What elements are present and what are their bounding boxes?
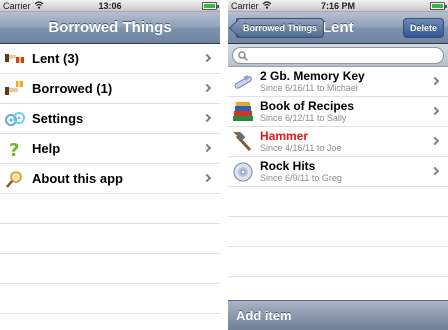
menu-item-label: Help [32, 141, 61, 156]
search-bar [228, 44, 448, 67]
svg-text:?: ? [9, 140, 19, 158]
main-menu: Lent (3) Borrowed (1) Settings ? Help Ab… [0, 44, 220, 330]
bottom-toolbar: Add item [228, 300, 448, 330]
hammer-icon [233, 132, 252, 152]
borrowed-icon [5, 81, 23, 95]
lent-icon [5, 54, 24, 63]
lent-screen: Carrier 7:16 PM Borrowed Things Lent Del… [228, 0, 448, 330]
add-item-button[interactable]: Add item [236, 301, 292, 330]
chevron-right-icon [430, 136, 440, 146]
chevron-right-icon [202, 173, 212, 183]
chevron-right-icon [430, 76, 440, 86]
empty-row [228, 247, 448, 277]
empty-row [0, 254, 220, 284]
item-subtitle: Since 6/9/11 to Greg [260, 173, 342, 183]
page-title: Borrowed Things [48, 19, 172, 36]
battery-icon [202, 2, 219, 10]
chevron-right-icon [202, 113, 212, 123]
settings-icon [5, 112, 25, 126]
list-item[interactable]: Rock Hits Since 6/9/11 to Greg [228, 157, 448, 187]
empty-row [0, 314, 220, 330]
back-button[interactable]: Borrowed Things [236, 18, 324, 38]
empty-row [228, 217, 448, 247]
item-subtitle: Since 6/16/11 to Michael [260, 83, 358, 93]
chevron-right-icon [202, 143, 212, 153]
list-item[interactable]: Hammer Since 4/16/11 to Joe [228, 127, 448, 157]
empty-row [0, 194, 220, 224]
menu-item-label: Borrowed (1) [32, 81, 113, 96]
item-subtitle: Since 6/12/11 to Sally [260, 113, 347, 123]
search-input[interactable] [232, 47, 444, 64]
navigation-bar: Borrowed Things Lent Delete [228, 12, 448, 44]
lent-items-list: 2 Gb. Memory Key Since 6/16/11 to Michae… [228, 67, 448, 277]
menu-item-borrowed[interactable]: Borrowed (1) [0, 74, 220, 104]
menu-item-label: Settings [32, 111, 84, 126]
clock: 13:06 [98, 1, 122, 11]
chevron-right-icon [202, 83, 212, 93]
status-bar: Carrier 13:06 [0, 0, 220, 12]
item-name: Rock Hits [260, 159, 316, 173]
menu-item-label: Lent (3) [32, 51, 79, 66]
chevron-right-icon [430, 166, 440, 176]
navigation-bar: Borrowed Things [0, 12, 220, 44]
empty-row [228, 187, 448, 217]
item-name: 2 Gb. Memory Key [260, 69, 365, 83]
list-item[interactable]: Book of Recipes Since 6/12/11 to Sally [228, 97, 448, 127]
back-button-label: Borrowed Things [243, 23, 317, 33]
menu-item-label: About this app [32, 171, 123, 186]
delete-button[interactable]: Delete [402, 18, 444, 38]
chevron-right-icon [202, 53, 212, 63]
battery-icon [430, 2, 447, 10]
memory-key-icon [234, 75, 252, 89]
list-item[interactable]: 2 Gb. Memory Key Since 6/16/11 to Michae… [228, 67, 448, 97]
menu-item-lent[interactable]: Lent (3) [0, 44, 220, 74]
borrowed-things-screen: Carrier 13:06 Borrowed Things Lent (3) B… [0, 0, 220, 330]
about-icon [6, 171, 22, 188]
status-bar: Carrier 7:16 PM [228, 0, 448, 12]
menu-item-settings[interactable]: Settings [0, 104, 220, 134]
cd-icon [233, 162, 253, 182]
item-name: Hammer [260, 129, 309, 143]
help-icon: ? [9, 140, 19, 158]
empty-row [0, 284, 220, 314]
menu-item-about[interactable]: About this app [0, 164, 220, 194]
search-icon [238, 51, 248, 61]
empty-row [0, 224, 220, 254]
menu-item-help[interactable]: ? Help [0, 134, 220, 164]
books-icon [233, 102, 253, 121]
item-name: Book of Recipes [260, 99, 355, 113]
clock: 7:16 PM [320, 1, 355, 11]
item-subtitle: Since 4/16/11 to Joe [260, 143, 342, 153]
chevron-right-icon [430, 106, 440, 116]
